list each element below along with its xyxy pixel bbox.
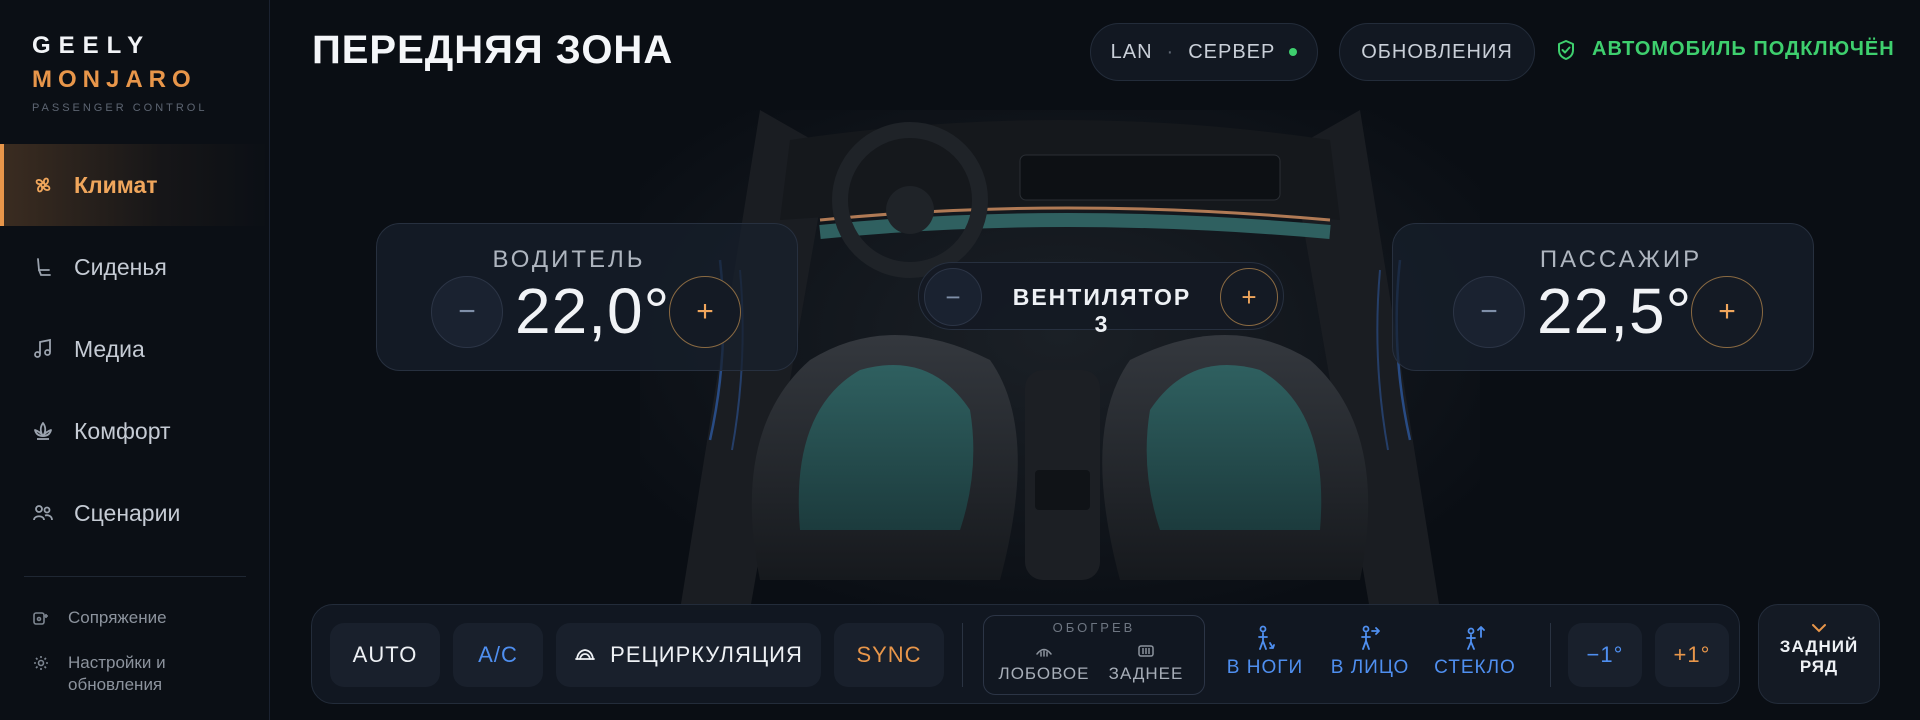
front-defrost-icon <box>996 644 1092 658</box>
airflow-face-label: В ЛИЦО <box>1330 657 1410 678</box>
recirculation-icon <box>574 647 596 663</box>
airflow-glass-label: СТЕКЛО <box>1434 657 1516 678</box>
passenger-label: ПАССАЖИР <box>1539 246 1703 273</box>
nav-item-scenarios[interactable]: Сценарии <box>0 472 270 554</box>
airflow-feet-label: В НОГИ <box>1226 657 1304 678</box>
rear-row-label-line1: ЗАДНИЙ <box>1779 637 1859 656</box>
climate-control-bar: AUTO A/C РЕЦИРКУЛЯЦИЯ SYNC ОБОГРЕВ ЛОБОВ… <box>311 604 1740 704</box>
rear-row-label-line2: РЯД <box>1799 657 1839 676</box>
heating-title: ОБОГРЕВ <box>1052 620 1136 635</box>
passenger-temp-card: ПАССАЖИР − 22,5° + <box>1392 223 1814 371</box>
driver-temp-value: 22,0° <box>515 275 671 347</box>
brand-name: GEELY <box>32 32 152 59</box>
temp-all-up-button[interactable]: +1° <box>1655 623 1729 687</box>
users-icon <box>32 502 54 524</box>
sidebar-item-settings[interactable]: Настройки и обновления <box>32 652 232 696</box>
airflow-feet-icon <box>1215 625 1315 651</box>
nav-label: Медиа <box>74 335 145 362</box>
passenger-temp-down-button[interactable]: − <box>1453 276 1525 348</box>
passenger-temp-value: 22,5° <box>1537 275 1693 347</box>
fan-speed-label: ВЕНТИЛЯТОР 3 <box>1012 284 1192 337</box>
connection-pill[interactable]: LAN · СЕРВЕР <box>1090 23 1318 81</box>
airflow-face-icon <box>1320 625 1420 651</box>
driver-temp-card: ВОДИТЕЛЬ − 22,0° + <box>376 223 798 371</box>
sidebar-item-pairing[interactable]: Сопряжение <box>32 607 167 629</box>
heating-group: ОБОГРЕВ ЛОБОВОЕ ЗАДНЕЕ <box>983 615 1205 695</box>
rear-row-button[interactable]: ЗАДНИЙ РЯД <box>1758 604 1880 704</box>
driver-label: ВОДИТЕЛЬ <box>492 246 646 273</box>
rear-defrost-label: ЗАДНЕЕ <box>1108 664 1184 683</box>
brand-model: MONJARO <box>32 66 197 93</box>
sidebar-item-label: Настройки и обновления <box>68 653 166 694</box>
airflow-feet-button[interactable]: В НОГИ <box>1215 625 1315 679</box>
temp-all-down-button[interactable]: −1° <box>1568 623 1642 687</box>
sidebar: GEELY MONJARO PASSENGER CONTROL Климат С… <box>0 0 270 720</box>
driver-temp-down-button[interactable]: − <box>431 276 503 348</box>
main-nav: Климат Сиденья Медиа Комфорт Сценарии <box>0 144 270 554</box>
airflow-face-button[interactable]: В ЛИЦО <box>1320 625 1420 679</box>
vehicle-status: АВТОМОБИЛЬ ПОДКЛЮЧЁН <box>1556 38 1895 61</box>
auto-button[interactable]: AUTO <box>330 623 440 687</box>
connection-target: СЕРВЕР <box>1188 40 1276 63</box>
chevron-down-icon <box>1759 623 1879 633</box>
nav-label: Комфорт <box>74 417 171 444</box>
recirculation-button[interactable]: РЕЦИРКУЛЯЦИЯ <box>556 623 821 687</box>
nav-label: Сценарии <box>74 499 181 526</box>
divider <box>1550 623 1551 687</box>
ac-button[interactable]: A/C <box>453 623 543 687</box>
connection-mode: LAN <box>1110 40 1153 63</box>
rear-defrost-button[interactable]: ЗАДНЕЕ <box>1098 644 1194 684</box>
sync-button[interactable]: SYNC <box>834 623 944 687</box>
online-status-dot <box>1289 48 1298 56</box>
airflow-glass-button[interactable]: СТЕКЛО <box>1425 625 1525 679</box>
shield-check-icon <box>1556 39 1576 61</box>
separator-dot: · <box>1166 40 1175 63</box>
recirculation-label: РЕЦИРКУЛЯЦИЯ <box>610 642 803 667</box>
nav-item-climate[interactable]: Климат <box>0 144 270 226</box>
settings-icon <box>32 654 50 672</box>
fan-down-button[interactable]: − <box>924 268 982 326</box>
sidebar-item-label: Сопряжение <box>68 608 167 627</box>
fan-up-button[interactable]: + <box>1220 268 1278 326</box>
brand-subtitle: PASSENGER CONTROL <box>32 102 208 114</box>
music-note-icon <box>32 338 54 360</box>
nav-label: Сиденья <box>74 253 167 280</box>
passenger-temp-up-button[interactable]: + <box>1691 276 1763 348</box>
rear-defrost-icon <box>1098 644 1194 658</box>
nav-label: Климат <box>74 171 158 198</box>
seat-icon <box>32 256 54 278</box>
front-defrost-button[interactable]: ЛОБОВОЕ <box>996 644 1092 684</box>
airflow-windshield-icon <box>1425 625 1525 651</box>
divider <box>962 623 963 687</box>
page-title: ПЕРЕДНЯЯ ЗОНА <box>312 28 674 72</box>
fan-icon <box>32 174 54 196</box>
driver-temp-up-button[interactable]: + <box>669 276 741 348</box>
vehicle-status-label: АВТОМОБИЛЬ ПОДКЛЮЧЁН <box>1592 38 1895 60</box>
fan-speed-control: − ВЕНТИЛЯТОР 3 + <box>918 262 1284 337</box>
pairing-icon <box>32 609 50 627</box>
front-defrost-label: ЛОБОВОЕ <box>998 664 1090 683</box>
brand-logo: GEELY MONJARO PASSENGER CONTROL <box>32 32 208 114</box>
nav-item-seats[interactable]: Сиденья <box>0 226 270 308</box>
lotus-icon <box>32 420 54 442</box>
updates-label: ОБНОВЛЕНИЯ <box>1361 40 1513 63</box>
nav-item-media[interactable]: Медиа <box>0 308 270 390</box>
sidebar-divider <box>24 576 246 577</box>
updates-button[interactable]: ОБНОВЛЕНИЯ <box>1339 23 1535 81</box>
nav-item-comfort[interactable]: Комфорт <box>0 390 270 472</box>
